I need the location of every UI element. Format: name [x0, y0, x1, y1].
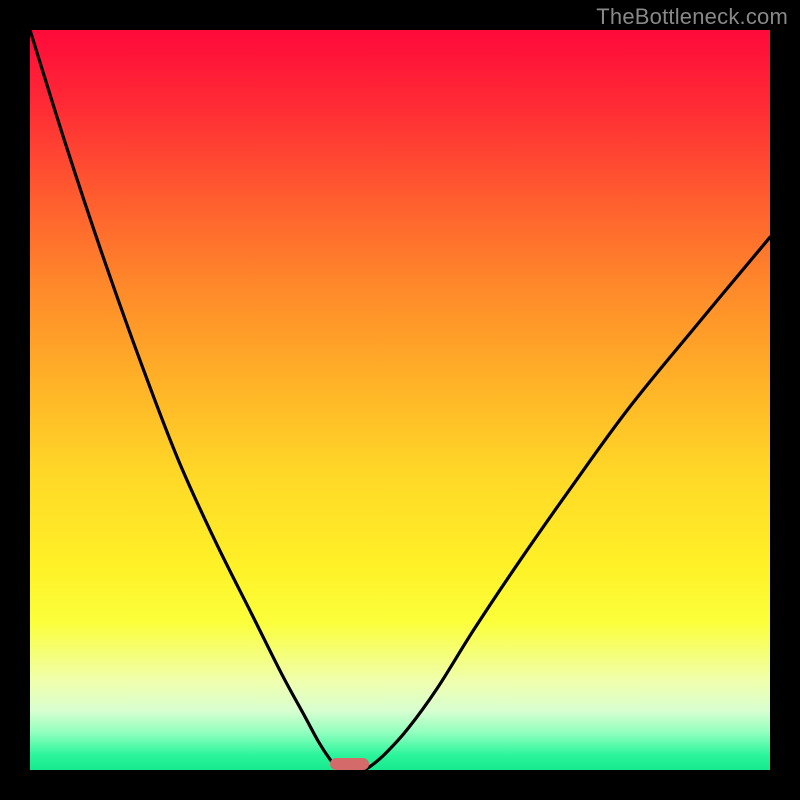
- bottleneck-curve: [30, 30, 770, 770]
- plot-area: [30, 30, 770, 770]
- curve-right-branch: [363, 237, 770, 770]
- curve-left-branch: [30, 30, 341, 770]
- watermark-text: TheBottleneck.com: [596, 4, 788, 30]
- optimum-marker: [330, 758, 368, 770]
